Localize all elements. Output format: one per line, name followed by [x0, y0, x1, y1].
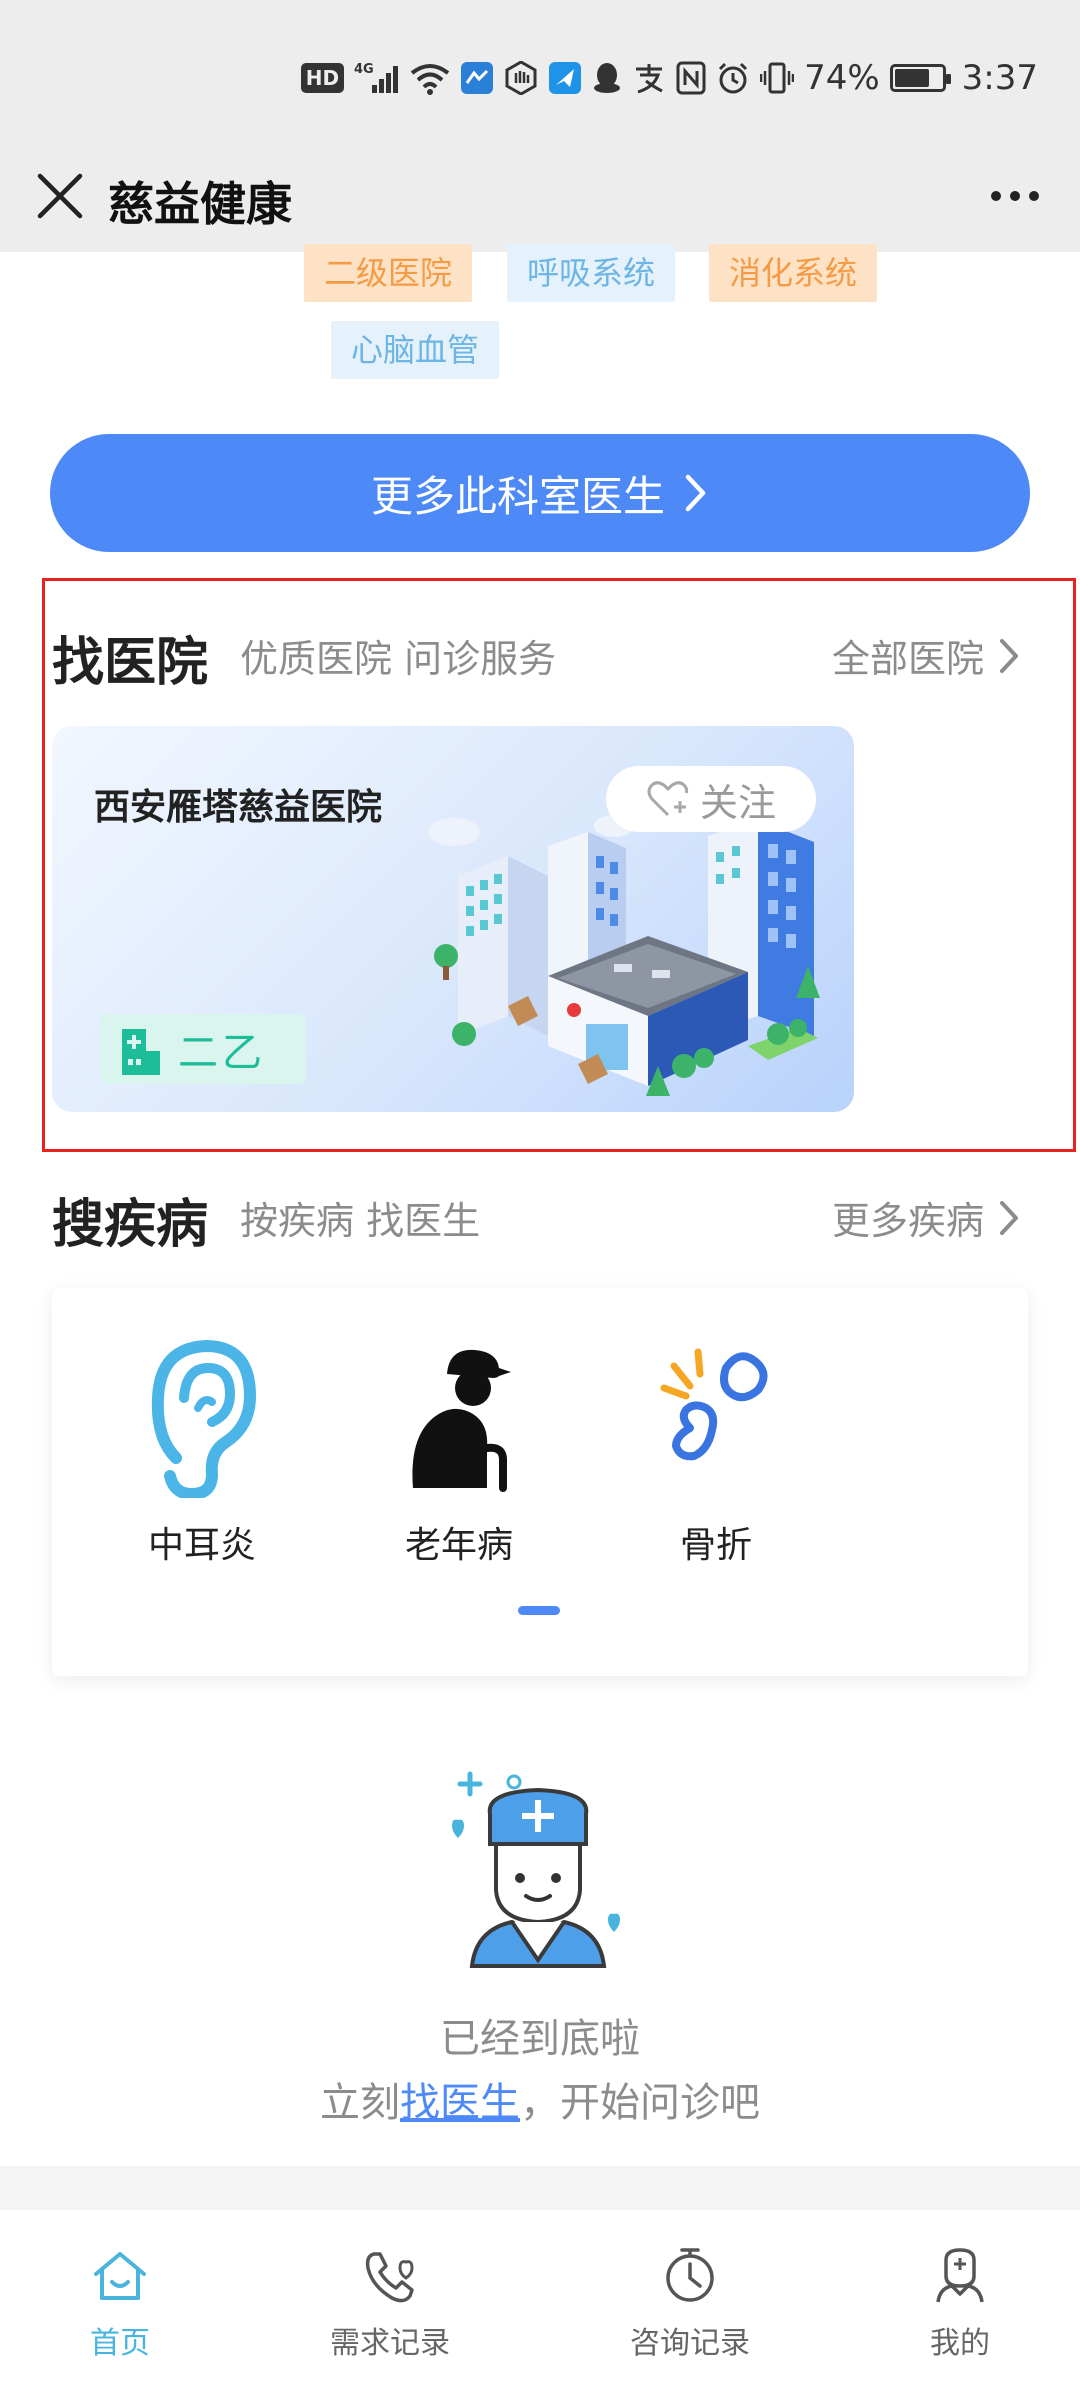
- end-of-list-message: 已经到底啦: [440, 2016, 640, 2062]
- title-bar: 慈益健康: [0, 140, 1080, 252]
- hand-stop-icon: [504, 60, 538, 96]
- more-options-button[interactable]: [980, 166, 1050, 226]
- tab-request-records[interactable]: 需求记录: [290, 2246, 490, 2386]
- elderly-icon: [412, 1349, 511, 1492]
- tab-label: 咨询记录: [630, 2326, 750, 2361]
- more-doctors-label: 更多此科室医生: [370, 471, 665, 521]
- disease-section-title: 搜疾病: [52, 1195, 209, 1255]
- tab-bar-separator: [0, 2166, 1080, 2210]
- chevron-right-icon: [685, 474, 706, 512]
- app-notification-icon: [460, 61, 494, 95]
- tab-consult-records[interactable]: 咨询记录: [590, 2246, 790, 2386]
- status-icons: HD 4G 74% 3:37: [300, 56, 1038, 100]
- vibrate-icon: [759, 61, 795, 95]
- clock-icon: [666, 2248, 714, 2302]
- tag-cardio-cerebrovascular[interactable]: 心脑血管: [331, 321, 500, 379]
- heart-plus-icon: [647, 781, 689, 817]
- ear-icon: [151, 1339, 257, 1498]
- disease-item-fracture[interactable]: 骨折: [616, 1338, 816, 1578]
- doctor-mascot-illustration: [452, 1771, 620, 1968]
- close-button[interactable]: [30, 166, 90, 226]
- tab-label: 首页: [90, 2326, 150, 2361]
- more-diseases-link[interactable]: 更多疾病: [832, 1190, 1020, 1245]
- find-doctor-prompt: 立刻找医生，开始问诊吧: [0, 2070, 1080, 2128]
- disease-item-otitis-media[interactable]: 中耳炎: [102, 1338, 302, 1578]
- bottom-tab-bar: 首页 需求记录 咨询记录 我的: [0, 2210, 1080, 2400]
- wifi-icon: [410, 61, 450, 95]
- hospital-card[interactable]: 西安雁塔慈益医院 关注 二乙: [52, 726, 854, 1112]
- network-type-label: 4G: [354, 62, 374, 77]
- disease-card: 中耳炎 老年病 骨折: [52, 1288, 1028, 1676]
- find-doctor-prefix: 立刻: [320, 2080, 400, 2126]
- more-diseases-label: 更多疾病: [831, 1199, 984, 1243]
- tab-label: 我的: [930, 2326, 990, 2361]
- profile-icon: [936, 2248, 984, 2303]
- find-doctor-suffix: ，开始问诊吧: [520, 2080, 760, 2126]
- status-bar: HD 4G 74% 3:37: [0, 0, 1080, 140]
- battery-percent: 74%: [804, 58, 880, 98]
- clock-time: 3:37: [961, 58, 1038, 98]
- carousel-page-indicator: [518, 1606, 560, 1615]
- disease-section-subtitle: 按疾病 找医生: [240, 1199, 481, 1243]
- tag-digestive[interactable]: 消化系统: [709, 244, 878, 302]
- tab-label: 需求记录: [330, 2326, 450, 2361]
- feather-app-icon: [548, 61, 582, 95]
- disease-label: 中耳炎: [147, 1525, 256, 1566]
- app-title: 慈益健康: [108, 177, 292, 231]
- hd-badge: HD: [300, 63, 345, 93]
- hospital-grade: 二乙: [178, 1030, 266, 1076]
- tag-secondary-hospital[interactable]: 二级医院: [304, 244, 473, 302]
- alarm-icon: [716, 61, 750, 95]
- qq-penguin-icon: [592, 61, 622, 95]
- close-icon: [37, 173, 83, 219]
- battery-fill: [894, 69, 929, 87]
- disease-label: 老年病: [404, 1525, 513, 1566]
- more-doctors-button[interactable]: 更多此科室医生: [50, 434, 1030, 552]
- hospital-building-icon: [122, 1029, 160, 1075]
- follow-label: 关注: [699, 780, 776, 825]
- cellular-signal-icon: 4G: [354, 61, 400, 95]
- disease-label: 骨折: [679, 1525, 752, 1566]
- more-dot-icon: [1010, 191, 1020, 201]
- more-dot-icon: [991, 191, 1001, 201]
- chevron-right-icon: [1000, 1200, 1018, 1235]
- disease-item-geriatric[interactable]: 老年病: [359, 1338, 559, 1578]
- battery-icon: [889, 64, 951, 92]
- more-dot-icon: [1029, 191, 1039, 201]
- chevron-right-icon: [1000, 638, 1018, 673]
- hospital-grade-badge: 二乙: [100, 1014, 306, 1084]
- nfc-icon: [676, 61, 706, 95]
- hospital-name: 西安雁塔慈益医院: [94, 787, 383, 828]
- alipay-icon: [632, 61, 666, 95]
- tab-mine[interactable]: 我的: [860, 2246, 1060, 2386]
- all-hospitals-link[interactable]: 全部医院: [832, 628, 1020, 683]
- tab-home[interactable]: 首页: [20, 2246, 220, 2386]
- tag-respiratory[interactable]: 呼吸系统: [507, 244, 676, 302]
- home-icon: [94, 2252, 146, 2300]
- find-doctor-link[interactable]: 找医生: [400, 2080, 520, 2126]
- all-hospitals-label: 全部医院: [831, 637, 984, 681]
- hospital-section-subtitle: 优质医院 问诊服务: [240, 637, 557, 681]
- hospital-section-title: 找医院: [52, 633, 209, 693]
- follow-button[interactable]: 关注: [606, 766, 816, 832]
- phone-heart-icon: [365, 2252, 414, 2303]
- fracture-icon: [660, 1348, 768, 1461]
